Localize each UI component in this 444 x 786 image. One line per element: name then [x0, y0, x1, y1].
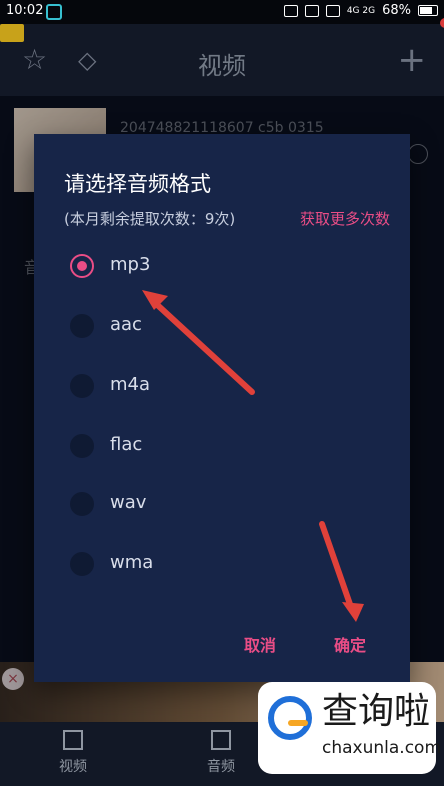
radio-icon[interactable] [70, 314, 94, 338]
tab-audio[interactable]: 音频 [186, 730, 256, 776]
option-label: mp3 [110, 254, 151, 275]
app-bar: ☆ ◇ 视频 + [0, 18, 444, 96]
search-logo-icon [268, 696, 312, 740]
radio-icon[interactable] [70, 552, 94, 576]
network-label: 4G 2G [346, 5, 376, 16]
option-aac[interactable]: aac [64, 306, 364, 346]
watermark-url: chaxunla.com [322, 738, 441, 758]
status-time: 10:02 [6, 3, 44, 18]
watermark-logo: 查询啦 chaxunla.com [258, 682, 441, 774]
option-wav[interactable]: wav [64, 484, 364, 524]
battery-icon [418, 5, 438, 16]
option-mp3[interactable]: mp3 [64, 246, 364, 286]
tab-video-label: 视频 [59, 759, 87, 775]
option-label: m4a [110, 374, 151, 395]
tab-audio-label: 音频 [207, 759, 235, 775]
status-bar: 10:02 4G 2G 68% [0, 0, 444, 24]
scanner-icon [46, 4, 62, 20]
radio-selected-icon[interactable] [70, 254, 94, 278]
option-label: wma [110, 552, 154, 573]
option-flac[interactable]: flac [64, 426, 364, 466]
status-icons: 4G 2G 68% [283, 3, 438, 18]
radio-icon[interactable] [70, 492, 94, 516]
page-title: 视频 [198, 52, 246, 80]
dialog-title: 请选择音频格式 [64, 172, 211, 196]
cancel-button[interactable]: 取消 [244, 632, 276, 656]
tab-video[interactable]: 视频 [38, 730, 108, 776]
remaining-extractions: (本月剩余提取次数：9次) [64, 210, 236, 228]
watermark-title: 查询啦 [322, 691, 431, 732]
audio-tab-icon [211, 730, 231, 750]
option-label: aac [110, 314, 142, 335]
option-wma[interactable]: wma [64, 544, 364, 584]
alarm-icon [283, 4, 298, 17]
radio-icon[interactable] [70, 434, 94, 458]
video-tab-icon [63, 730, 83, 750]
radio-icon[interactable] [70, 374, 94, 398]
option-m4a[interactable]: m4a [64, 366, 364, 406]
wifi-icon [304, 4, 319, 17]
option-label: flac [110, 434, 143, 455]
signal-icon [325, 4, 340, 17]
option-label: wav [110, 492, 147, 513]
get-more-link[interactable]: 获取更多次数 [300, 208, 390, 229]
confirm-button[interactable]: 确定 [334, 632, 366, 656]
battery-percent: 68% [382, 3, 411, 18]
notification-badge [440, 18, 444, 28]
mail-icon[interactable] [0, 18, 444, 42]
audio-format-dialog: 请选择音频格式 (本月剩余提取次数：9次) 获取更多次数 mp3 aac m4a… [34, 134, 410, 682]
plus-icon[interactable]: + [398, 43, 427, 77]
